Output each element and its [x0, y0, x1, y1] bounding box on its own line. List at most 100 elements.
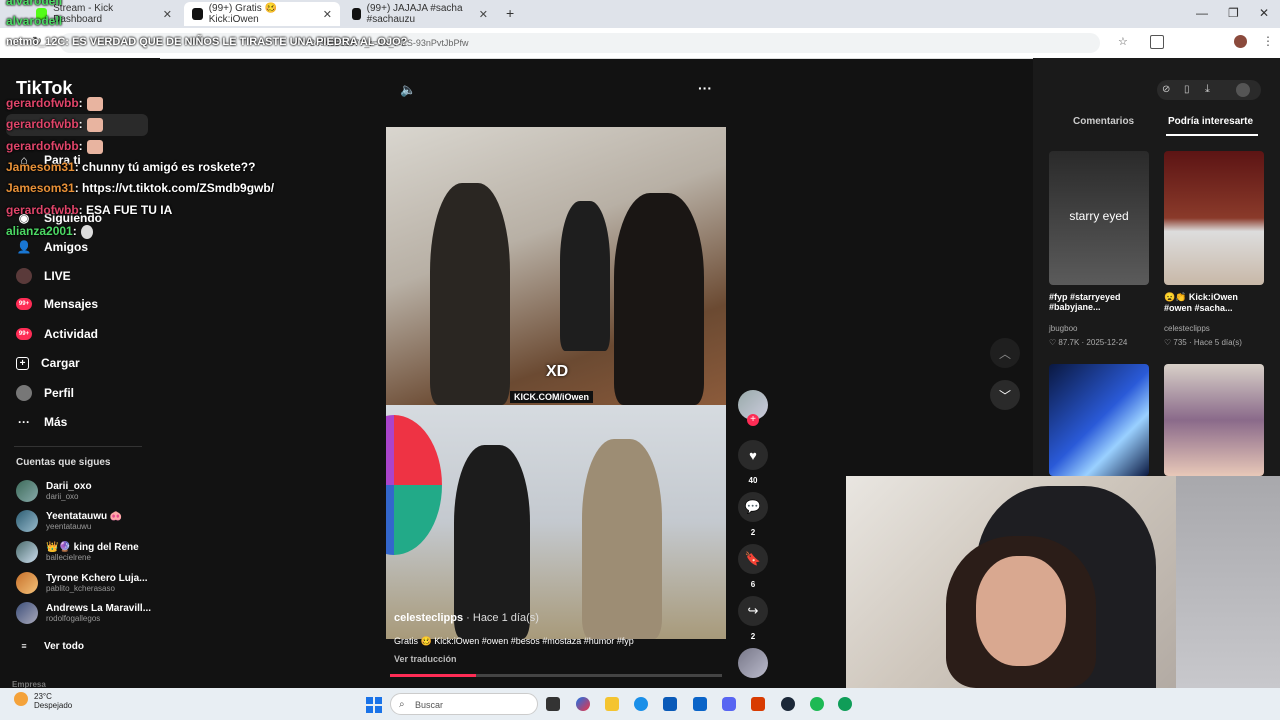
download-icon[interactable]: ⤓ [1205, 83, 1210, 96]
chat-text: : [78, 117, 83, 131]
video-description: Gratis 🥴 Kick:iOwen #owen #besos #mostaz… [394, 636, 634, 646]
chat-username: Jamesom31 [6, 160, 75, 174]
nav-mas[interactable]: ··· Más [16, 414, 67, 430]
next-video-button[interactable]: ﹀ [990, 380, 1020, 410]
share-button[interactable]: ↪ [738, 596, 768, 626]
minimize-button[interactable]: — [1196, 6, 1208, 20]
see-all-link[interactable]: ≡ Ver todo [16, 638, 84, 654]
chat-text: : [72, 224, 77, 238]
translate-link[interactable]: Ver traducción [394, 654, 457, 664]
following-account[interactable]: 👑🔮 king del Rene ballecielrene [16, 541, 139, 563]
video-player[interactable]: XD KICK.COM/iOwen [386, 127, 726, 639]
tab-comentarios[interactable]: Comentarios [1073, 116, 1134, 127]
following-account[interactable]: Andrews La Maravill... rodolfogallegos [16, 602, 151, 624]
taskbar-search[interactable]: ⌕ Buscar [390, 693, 538, 715]
close-tab-icon[interactable]: ✕ [479, 8, 488, 21]
following-account[interactable]: Tyrone Kchero Luja... pablito_kcherasaso [16, 572, 148, 594]
recommended-video-thumb[interactable] [1049, 364, 1149, 476]
thumb-overlay-text: starry eyed [1069, 209, 1129, 223]
powerpoint-icon[interactable] [751, 697, 765, 711]
star-icon[interactable]: ☆ [1118, 35, 1128, 48]
tab-tiktok-video[interactable]: (99+) Gratis 🥴 Kick:iOwen ✕ [184, 2, 340, 26]
nav-actividad[interactable]: 99+ Actividad [16, 327, 98, 341]
nav-mensajes[interactable]: 99+ Mensajes [16, 297, 98, 311]
more-options-icon[interactable]: ··· [698, 80, 712, 96]
like-count: 40 [748, 476, 758, 485]
video-author[interactable]: celesteclipps [1164, 324, 1210, 333]
video-author[interactable]: jbugboo [1049, 324, 1077, 333]
avatar [16, 480, 38, 502]
chat-username: alvarodell [6, 0, 63, 8]
save-button[interactable]: 🔖 [738, 544, 768, 574]
store-icon[interactable] [663, 697, 677, 711]
spotify-icon[interactable] [810, 697, 824, 711]
chat-message: gerardofwbb: [6, 139, 103, 154]
prev-video-button[interactable]: ︿ [990, 338, 1020, 368]
nav-perfil[interactable]: Perfil [16, 385, 74, 401]
compass-icon[interactable]: ⊘ [1162, 84, 1170, 95]
profile-icon [16, 385, 32, 401]
webcam-overlay [846, 476, 1280, 688]
nav-live[interactable]: LIVE [16, 268, 71, 284]
recommended-video-thumb[interactable]: starry eyed [1049, 151, 1149, 285]
share-count: 2 [750, 632, 756, 641]
copilot-icon[interactable] [576, 697, 590, 711]
chat-username: alvarodell [6, 14, 63, 28]
windows-start-icon[interactable] [366, 697, 382, 713]
mobile-icon[interactable]: ▯ [1184, 84, 1190, 95]
steam-icon[interactable] [781, 697, 795, 711]
like-button[interactable]: ♥ [738, 440, 768, 470]
weather-icon[interactable] [14, 692, 28, 706]
chat-message: alianza2001: [6, 224, 93, 239]
recommended-video-thumb[interactable] [1164, 151, 1264, 285]
chat-username: alianza2001 [6, 224, 73, 238]
recommended-video-thumb[interactable] [1164, 364, 1264, 476]
comment-button[interactable]: 💬 [738, 492, 768, 522]
menu-icon[interactable]: ⋮ [1262, 34, 1274, 48]
video-creator[interactable]: celesteclipps · Hace 1 día(s) [394, 612, 539, 624]
chevron-up-icon: ︿ [998, 346, 1011, 361]
new-tab-button[interactable]: + [506, 5, 514, 21]
comment-icon: 💬 [744, 499, 762, 514]
chat-text: : chunny tú amigó es roskete?? [74, 160, 256, 174]
tab-label: (99+) Gratis 🥴 Kick:iOwen [208, 3, 278, 25]
video-caption[interactable]: 😦👏 Kick:iOwen #owen #sacha... [1164, 292, 1264, 313]
volume-icon[interactable]: 🔈 [400, 82, 416, 98]
video-person [582, 439, 662, 639]
list-icon: ≡ [21, 641, 27, 651]
following-account[interactable]: Darii_oxo darii_oxo [16, 480, 92, 502]
task-view-icon[interactable] [546, 697, 560, 711]
follow-plus-icon[interactable]: + [747, 414, 759, 426]
tab-tiktok-other[interactable]: (99+) JAJAJA #sacha #sachauzu ✕ [344, 2, 496, 26]
tab-podria-interesarte[interactable]: Podría interesarte [1168, 116, 1253, 127]
edge-icon[interactable] [634, 697, 648, 711]
streamer-face [976, 556, 1066, 666]
extensions-icon[interactable] [1150, 35, 1164, 49]
creator-name[interactable]: celesteclipps [394, 612, 463, 624]
chat-username: gerardofwbb [6, 96, 79, 110]
profile-avatar[interactable] [1234, 35, 1247, 48]
post-date: · Hace 1 día(s) [466, 612, 539, 624]
close-tab-icon[interactable]: ✕ [163, 8, 172, 21]
maximize-button[interactable]: ❐ [1228, 6, 1239, 20]
outlook-icon[interactable] [693, 697, 707, 711]
video-progress-bar[interactable] [390, 674, 722, 677]
nav-label: LIVE [44, 269, 71, 283]
chat-message: gerardofwbb: ESA FUE TU IA [6, 203, 172, 217]
discord-icon[interactable] [722, 697, 736, 711]
close-tab-icon[interactable]: ✕ [323, 8, 332, 21]
avatar [16, 602, 38, 624]
file-explorer-icon[interactable] [605, 697, 619, 711]
sound-avatar[interactable] [738, 648, 768, 678]
nav-amigos[interactable]: 👤 Amigos [16, 239, 89, 255]
nav-cargar[interactable]: + Cargar [16, 356, 80, 370]
video-caption[interactable]: #fyp #starryeyed #babyjane... [1049, 292, 1149, 312]
following-account[interactable]: Yeentatauwu 🐽 yeentatauwu [16, 510, 122, 532]
chrome-icon[interactable] [838, 697, 852, 711]
nav-label: Perfil [44, 386, 75, 400]
user-avatar[interactable] [1236, 83, 1250, 97]
close-window-button[interactable]: ✕ [1259, 6, 1269, 20]
share-icon: ↪ [747, 603, 759, 618]
search-icon: ⌕ [399, 699, 405, 710]
weather-widget[interactable]: 23°C Despejado [34, 692, 72, 710]
